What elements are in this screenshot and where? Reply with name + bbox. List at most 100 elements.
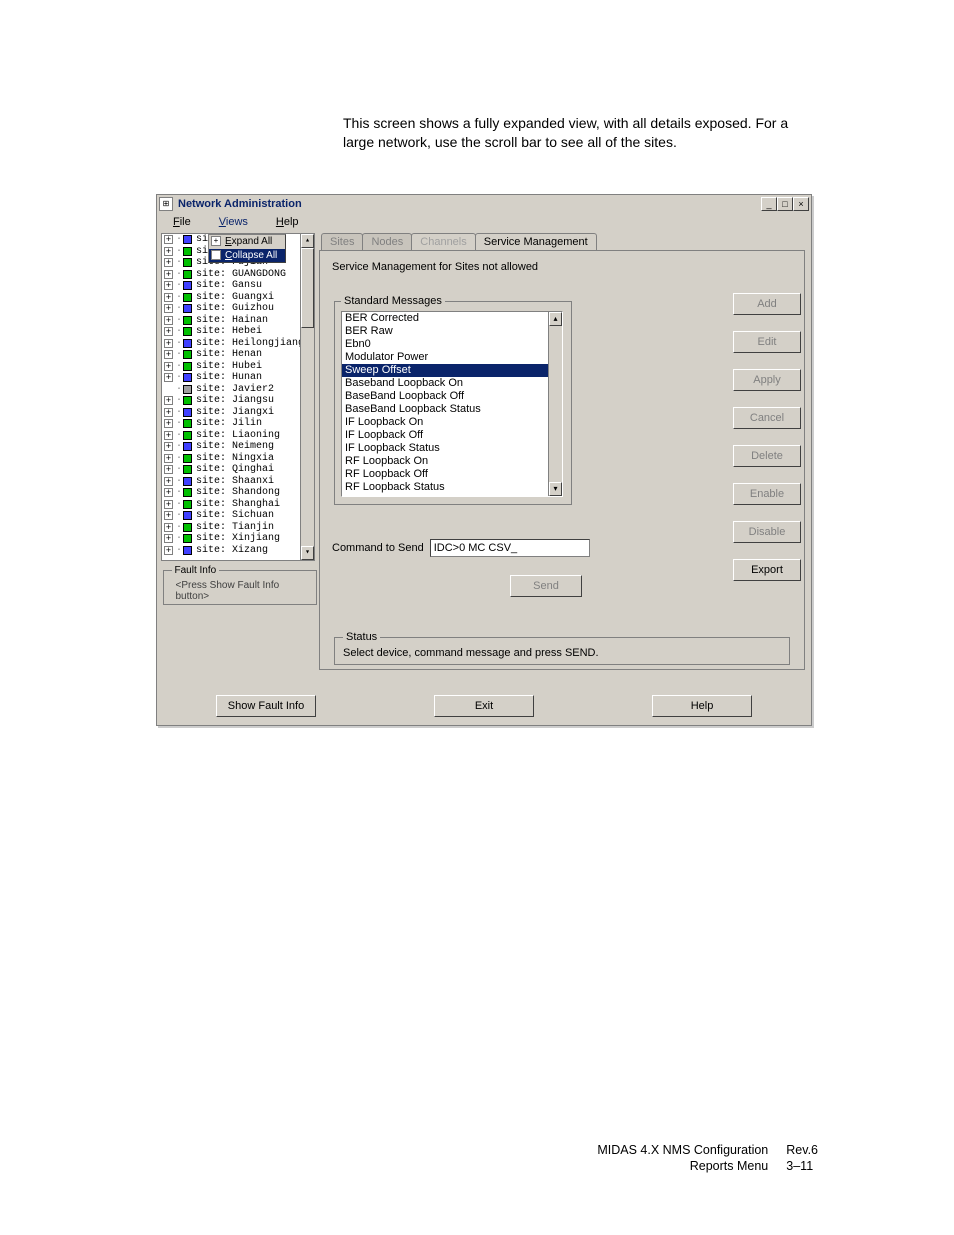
tab-nodes[interactable]: Nodes bbox=[362, 233, 412, 250]
tree-row[interactable]: ·site: Javier2 bbox=[162, 384, 314, 396]
tree-row[interactable]: +·site: Jilin bbox=[162, 418, 314, 430]
tree-row[interactable]: +·site: Liaoning bbox=[162, 430, 314, 442]
scroll-down-icon[interactable]: ▾ bbox=[301, 546, 314, 560]
expander-icon[interactable]: + bbox=[164, 534, 173, 543]
tree-row[interactable]: +·site: Hebei bbox=[162, 326, 314, 338]
menu-help[interactable]: Help bbox=[262, 213, 313, 233]
expander-icon[interactable]: + bbox=[164, 235, 173, 244]
expander-icon[interactable]: + bbox=[164, 316, 173, 325]
expander-icon[interactable]: + bbox=[164, 465, 173, 474]
expander-icon[interactable]: + bbox=[164, 477, 173, 486]
menu-collapse-all[interactable]: −Collapse All bbox=[209, 249, 285, 263]
minimize-button[interactable]: _ bbox=[761, 197, 777, 211]
export-button[interactable]: Export bbox=[733, 559, 801, 581]
tree-row[interactable]: +·site: Ningxia bbox=[162, 453, 314, 465]
maximize-button[interactable]: □ bbox=[777, 197, 793, 211]
expander-icon[interactable]: + bbox=[164, 258, 173, 267]
expander-icon[interactable]: + bbox=[164, 396, 173, 405]
expander-icon[interactable]: + bbox=[164, 500, 173, 509]
tree-row[interactable]: +·site: GUANGDONG bbox=[162, 269, 314, 281]
list-item[interactable]: BER Corrected bbox=[342, 312, 562, 325]
list-scroll-up-icon[interactable]: ▴ bbox=[549, 312, 562, 326]
tree-row[interactable]: +·site: Neimeng bbox=[162, 441, 314, 453]
apply-button[interactable]: Apply bbox=[733, 369, 801, 391]
tree-row[interactable]: +·site: Shanghai bbox=[162, 499, 314, 511]
expander-icon[interactable]: + bbox=[164, 247, 173, 256]
list-item[interactable]: RF Loopback Off bbox=[342, 468, 562, 481]
list-item[interactable]: RF Loopback On bbox=[342, 455, 562, 468]
messages-listbox[interactable]: BER CorrectedBER RawEbn0Modulator PowerS… bbox=[341, 311, 563, 497]
tab-service-management[interactable]: Service Management bbox=[475, 233, 597, 250]
tree-row[interactable]: +·site: Hubei bbox=[162, 361, 314, 373]
cancel-button[interactable]: Cancel bbox=[733, 407, 801, 429]
list-item[interactable]: IF Loopback Status bbox=[342, 442, 562, 455]
expander-icon[interactable]: + bbox=[164, 350, 173, 359]
list-item[interactable]: Baseband Loopback On bbox=[342, 377, 562, 390]
tree-row[interactable]: +·site: Sichuan bbox=[162, 510, 314, 522]
expander-icon[interactable]: + bbox=[164, 293, 173, 302]
expander-icon[interactable]: + bbox=[164, 488, 173, 497]
list-item[interactable]: RF Loopback Status bbox=[342, 481, 562, 494]
expander-icon[interactable]: + bbox=[164, 339, 173, 348]
expander-icon[interactable]: + bbox=[164, 523, 173, 532]
expander-icon[interactable]: + bbox=[164, 546, 173, 555]
list-item[interactable]: BaseBand Loopback Off bbox=[342, 390, 562, 403]
tree-row[interactable]: +·site: Shaanxi bbox=[162, 476, 314, 488]
scroll-thumb[interactable] bbox=[301, 248, 314, 328]
send-button[interactable]: Send bbox=[510, 575, 582, 597]
menu-views[interactable]: Views bbox=[205, 213, 262, 233]
tree-row[interactable]: +·site: Gansu bbox=[162, 280, 314, 292]
exit-button[interactable]: Exit bbox=[434, 695, 534, 717]
tree-row[interactable]: +·site: Qinghai bbox=[162, 464, 314, 476]
list-scrollbar[interactable]: ▴ ▾ bbox=[548, 312, 562, 496]
expander-icon[interactable]: + bbox=[164, 304, 173, 313]
site-tree[interactable]: +·si+·si+·site: Fujian+·site: GUANGDONG+… bbox=[161, 233, 315, 561]
close-button[interactable]: × bbox=[793, 197, 809, 211]
expander-icon[interactable]: + bbox=[164, 454, 173, 463]
expander-icon[interactable]: + bbox=[164, 327, 173, 336]
expander-icon[interactable]: + bbox=[164, 431, 173, 440]
expander-icon[interactable]: + bbox=[164, 442, 173, 451]
tree-row[interactable]: +·site: Guizhou bbox=[162, 303, 314, 315]
tab-sites[interactable]: Sites bbox=[321, 233, 363, 250]
tree-row[interactable]: +·site: Shandong bbox=[162, 487, 314, 499]
disable-button[interactable]: Disable bbox=[733, 521, 801, 543]
enable-button[interactable]: Enable bbox=[733, 483, 801, 505]
tree-row[interactable]: +·site: Tianjin bbox=[162, 522, 314, 534]
expander-icon[interactable]: + bbox=[164, 270, 173, 279]
add-button[interactable]: Add bbox=[733, 293, 801, 315]
expander-icon[interactable]: + bbox=[164, 408, 173, 417]
tree-row[interactable]: +·site: Hunan bbox=[162, 372, 314, 384]
expander-icon[interactable]: + bbox=[164, 373, 173, 382]
tree-scrollbar[interactable]: ▴ ▾ bbox=[300, 234, 314, 560]
tab-channels[interactable]: Channels bbox=[411, 233, 475, 250]
expander-icon[interactable]: + bbox=[164, 511, 173, 520]
edit-button[interactable]: Edit bbox=[733, 331, 801, 353]
expander-icon[interactable]: + bbox=[164, 362, 173, 371]
list-item[interactable]: Ebn0 bbox=[342, 338, 562, 351]
tree-row[interactable]: +·site: Heilongjiang bbox=[162, 338, 314, 350]
tree-row[interactable]: +·site: Xizang bbox=[162, 545, 314, 557]
menu-file[interactable]: File bbox=[159, 213, 205, 233]
tree-row[interactable]: +·site: Jiangxi bbox=[162, 407, 314, 419]
delete-button[interactable]: Delete bbox=[733, 445, 801, 467]
list-item[interactable]: Modulator Power bbox=[342, 351, 562, 364]
tree-row[interactable]: +·site: Guangxi bbox=[162, 292, 314, 304]
list-item[interactable]: BaseBand Loopback Status bbox=[342, 403, 562, 416]
list-item[interactable]: IF Loopback On bbox=[342, 416, 562, 429]
list-item[interactable]: Sweep Offset bbox=[342, 364, 562, 377]
list-item[interactable]: BER Raw bbox=[342, 325, 562, 338]
tree-row[interactable]: +·site: Henan bbox=[162, 349, 314, 361]
help-button[interactable]: Help bbox=[652, 695, 752, 717]
list-item[interactable]: IF Loopback Off bbox=[342, 429, 562, 442]
expander-icon[interactable]: + bbox=[164, 419, 173, 428]
tree-row[interactable]: +·site: Jiangsu bbox=[162, 395, 314, 407]
list-scroll-down-icon[interactable]: ▾ bbox=[549, 482, 562, 496]
command-input[interactable] bbox=[430, 539, 590, 557]
tree-row[interactable]: +·site: Xinjiang bbox=[162, 533, 314, 545]
tree-row[interactable]: +·site: Hainan bbox=[162, 315, 314, 327]
expander-icon[interactable]: + bbox=[164, 281, 173, 290]
scroll-up-icon[interactable]: ▴ bbox=[301, 234, 314, 248]
menu-expand-all[interactable]: +Expand All bbox=[209, 235, 285, 249]
show-fault-info-button[interactable]: Show Fault Info bbox=[216, 695, 316, 717]
